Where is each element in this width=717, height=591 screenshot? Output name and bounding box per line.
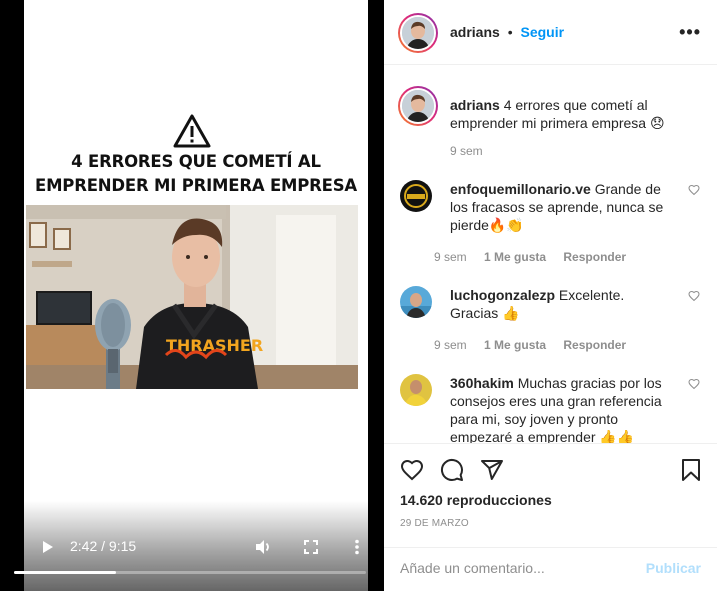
comment-avatar-image xyxy=(400,286,432,318)
video-player[interactable]: 4 ERRORES QUE COMETÍ AL EMPRENDER MI PRI… xyxy=(24,0,368,591)
comment-icon[interactable] xyxy=(440,458,464,482)
caption-emoji: 😞 xyxy=(649,115,665,131)
comment-body: 360hakim Muchas gracias por los consejos… xyxy=(450,374,672,443)
video-title-line-1: 4 ERRORES QUE COMETÍ AL xyxy=(71,152,321,171)
follow-button[interactable]: Seguir xyxy=(521,24,565,40)
comment-likes[interactable]: 1 Me gusta xyxy=(484,338,546,352)
heart-icon[interactable] xyxy=(688,290,700,302)
author-avatar-image xyxy=(402,17,434,49)
caption: adrians 4 errores que cometí al emprende… xyxy=(398,86,700,178)
header-user-row: adrians • Seguir xyxy=(450,24,564,40)
reply-button[interactable]: Responder xyxy=(563,338,626,352)
heart-icon[interactable] xyxy=(400,458,424,482)
caption-username[interactable]: adrians xyxy=(450,97,500,113)
post-panel: adrians • Seguir ••• adrians 4 errores q… xyxy=(384,0,717,591)
view-count[interactable]: 14.620 reproducciones xyxy=(400,492,552,508)
video-progress-fill xyxy=(14,571,117,574)
comment-username[interactable]: 360hakim xyxy=(450,375,514,391)
caption-body: adrians 4 errores que cometí al emprende… xyxy=(450,96,672,132)
comment-meta: 9 sem 1 Me gusta Responder xyxy=(434,338,640,352)
caption-avatar[interactable] xyxy=(398,86,438,126)
bookmark-icon[interactable] xyxy=(680,458,702,482)
more-vertical-icon[interactable] xyxy=(354,539,360,555)
comment-avatar[interactable] xyxy=(400,286,432,318)
comment-username[interactable]: enfoquemillonario.ve xyxy=(450,181,591,197)
comment-body: enfoquemillonario.ve Grande de los fraca… xyxy=(450,180,672,234)
post-date[interactable]: 29 DE MARZO xyxy=(400,518,469,529)
comment-item: enfoquemillonario.ve Grande de los fraca… xyxy=(400,180,700,270)
comment-avatar[interactable] xyxy=(400,180,432,212)
video-progress-bar[interactable] xyxy=(14,571,366,574)
share-icon[interactable] xyxy=(480,458,504,482)
comment-emoji: 👍 xyxy=(502,305,520,321)
comment-time[interactable]: 9 sem xyxy=(434,250,467,264)
comment-avatar-image xyxy=(400,374,432,406)
play-icon[interactable] xyxy=(40,540,54,554)
caption-meta: 9 sem xyxy=(450,144,497,158)
comment-item: luchogonzalezp Excelente. Gracias 👍 9 se… xyxy=(400,286,700,366)
header-separator: • xyxy=(507,24,513,40)
caption-time[interactable]: 9 sem xyxy=(450,144,483,158)
comment-time[interactable]: 9 sem xyxy=(434,338,467,352)
comment-avatar-image xyxy=(400,180,432,212)
add-comment-bar: Añade un comentario... Publicar xyxy=(384,547,717,591)
warning-icon xyxy=(173,114,211,148)
more-horizontal-icon[interactable]: ••• xyxy=(679,22,701,43)
video-title: 4 ERRORES QUE COMETÍ AL EMPRENDER MI PRI… xyxy=(24,150,368,198)
comments-list[interactable]: adrians 4 errores que cometí al emprende… xyxy=(384,66,717,443)
author-username[interactable]: adrians xyxy=(450,24,500,40)
caption-avatar-image xyxy=(402,90,434,122)
comment-input[interactable]: Añade un comentario... xyxy=(400,560,545,576)
comment-body: luchogonzalezp Excelente. Gracias 👍 xyxy=(450,286,672,322)
comment-meta: 9 sem 1 Me gusta Responder xyxy=(434,250,640,264)
comment-likes[interactable]: 1 Me gusta xyxy=(484,250,546,264)
video-title-line-2: EMPRENDER MI PRIMERA EMPRESA xyxy=(35,176,357,195)
video-time: 2:42 / 9:15 xyxy=(70,538,137,554)
reply-button[interactable]: Responder xyxy=(563,250,626,264)
scene-illustration: THRASHER xyxy=(26,205,358,389)
comment-emoji: 🔥👏 xyxy=(488,217,524,233)
comment-username[interactable]: luchogonzalezp xyxy=(450,287,555,303)
comment-emoji: 👍👍 xyxy=(599,429,635,443)
video-scene: THRASHER xyxy=(26,205,358,389)
post-header: adrians • Seguir ••• xyxy=(384,0,717,65)
author-avatar[interactable] xyxy=(398,13,438,53)
comment-avatar[interactable] xyxy=(400,374,432,406)
fullscreen-icon[interactable] xyxy=(304,540,318,554)
heart-icon[interactable] xyxy=(688,184,700,196)
heart-icon[interactable] xyxy=(688,378,700,390)
publish-button[interactable]: Publicar xyxy=(646,560,701,576)
comment-item: 360hakim Muchas gracias por los consejos… xyxy=(400,374,700,443)
post-actions: 14.620 reproducciones 29 DE MARZO xyxy=(384,443,717,547)
volume-icon[interactable] xyxy=(254,538,272,556)
video-pane: 4 ERRORES QUE COMETÍ AL EMPRENDER MI PRI… xyxy=(0,0,384,591)
